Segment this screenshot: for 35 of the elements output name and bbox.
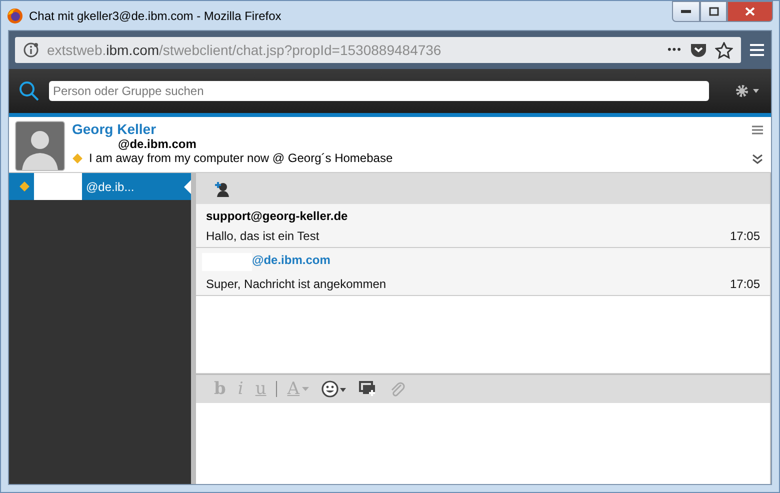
search-field[interactable]: Person oder Gruppe suchen <box>49 81 709 101</box>
gear-icon[interactable] <box>735 84 761 98</box>
menu-icon[interactable] <box>752 125 763 135</box>
window-title: Chat mit gkeller3@de.ibm.com - Mozilla Firefox <box>29 8 282 22</box>
status-message: I am away from my computer now @ Georg´s Homebase <box>89 151 393 165</box>
add-person-icon[interactable] <box>214 180 230 196</box>
message-text: Hallo, das ist ein Test <box>206 229 320 243</box>
info-icon[interactable] <box>23 42 39 58</box>
message-time: 17:05 <box>730 229 760 243</box>
minimize-button[interactable] <box>672 1 700 22</box>
more-actions-button[interactable]: ••• <box>667 44 682 56</box>
chat-label: @de.ib... <box>86 180 134 194</box>
minimize-icon <box>681 10 691 14</box>
close-button[interactable] <box>727 1 773 22</box>
star-icon[interactable] <box>715 42 733 58</box>
url-text: extstweb.ibm.com/stwebclient/chat.jsp?propId=1530889484736 <box>47 42 442 58</box>
address-bar[interactable]: extstweb.ibm.com/stwebclient/chat.jsp?propId=1530889484736 ••• <box>15 37 741 63</box>
maximize-icon <box>708 7 718 16</box>
message-sender: support@georg-keller.de <box>206 209 349 223</box>
message-time: 17:05 <box>730 277 760 291</box>
expand-icon[interactable] <box>752 154 763 164</box>
chat-tab[interactable]: @de.ib... <box>9 173 191 200</box>
message-text: Super, Nachricht ist angekommen <box>206 277 386 291</box>
contact-name: Georg Keller <box>72 121 158 137</box>
caret-icon <box>302 387 309 391</box>
avatar <box>15 121 65 171</box>
emoji-button[interactable] <box>318 380 349 398</box>
close-icon <box>745 7 755 16</box>
redacted-block <box>34 173 82 200</box>
pocket-icon[interactable] <box>690 42 707 58</box>
firefox-icon <box>7 8 23 24</box>
search-icon[interactable] <box>19 81 39 101</box>
maximize-button[interactable] <box>700 1 727 22</box>
contact-email: @de.ibm.com <box>117 137 198 151</box>
message-sender: @de.ibm.com <box>252 253 330 269</box>
